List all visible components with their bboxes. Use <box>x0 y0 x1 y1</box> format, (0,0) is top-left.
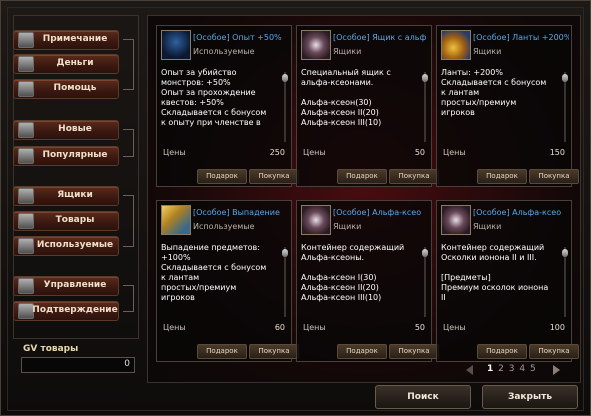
group-connector <box>123 285 134 312</box>
item-title: [Особое] Ланты +200% <box>473 33 569 42</box>
close-button[interactable]: Закрыть <box>482 385 578 409</box>
crate-icon <box>301 30 331 60</box>
search-button[interactable]: Поиск <box>375 385 471 409</box>
item-card: [Особое] Опыт +50% Используемые Опыт за … <box>156 25 299 187</box>
item-card: [Особое] Альфа-ксео Ящики Контейнер соде… <box>296 200 439 362</box>
category-usable-button[interactable]: Используемые <box>13 236 119 256</box>
page-2[interactable]: 2 <box>498 364 504 374</box>
gift-button[interactable]: Подарок <box>197 169 247 184</box>
description-scrollbar[interactable] <box>562 243 568 319</box>
category-help-button[interactable]: Помощь <box>13 79 119 99</box>
price-label: Цены <box>163 148 186 157</box>
item-card: [Особое] Выпадение Используемые Выпадени… <box>156 200 299 362</box>
dark-knight-icon <box>161 30 191 60</box>
price-label: Цены <box>443 148 466 157</box>
page-3[interactable]: 3 <box>509 364 515 374</box>
description-scrollbar[interactable] <box>282 68 288 144</box>
item-description: Контейнер содержащий Осколки ионона II и… <box>441 243 549 302</box>
gv-balance-field: 0 <box>21 357 135 373</box>
category-goods-button[interactable]: Товары <box>13 211 119 231</box>
crate-icon <box>441 205 471 235</box>
gift-button[interactable]: Подарок <box>477 169 527 184</box>
gift-button[interactable]: Подарок <box>337 344 387 359</box>
page-5[interactable]: 5 <box>530 364 536 374</box>
gv-label: GV товары <box>23 344 79 354</box>
price-value: 100 <box>549 323 565 332</box>
crate-icon <box>301 205 331 235</box>
buy-button[interactable]: Покупка <box>249 344 299 359</box>
page-1[interactable]: 1 <box>487 364 493 374</box>
category-new-button[interactable]: Новые <box>13 120 119 140</box>
group-connector <box>123 195 134 247</box>
item-category: Ящики <box>473 222 502 231</box>
coins-icon <box>441 30 471 60</box>
description-scrollbar[interactable] <box>422 68 428 144</box>
category-money-button[interactable]: Деньги <box>13 54 119 74</box>
description-scrollbar[interactable] <box>282 243 288 319</box>
item-description: Ланты: +200% Складывается с бонусом к ла… <box>441 68 547 117</box>
item-description: Контейнер содержащий Альфа-ксеоны. Альфа… <box>301 243 405 302</box>
item-category: Используемые <box>193 47 255 56</box>
item-description: Специальный ящик с альфа-ксеонами. Альфа… <box>301 68 391 127</box>
category-popular-button[interactable]: Популярные <box>13 146 119 166</box>
price-value: 50 <box>414 323 425 332</box>
price-value: 50 <box>414 148 425 157</box>
gift-button[interactable]: Подарок <box>197 344 247 359</box>
group-connector <box>123 129 134 157</box>
price-label: Цены <box>163 323 186 332</box>
gv-balance-value: 0 <box>124 359 130 369</box>
item-card: [Особое] Альфа-ксео Ящики Контейнер соде… <box>436 200 579 362</box>
item-description: Опыт за убийство монстров: +50% Опыт за … <box>161 68 267 127</box>
category-manage-button[interactable]: Управление <box>13 276 119 296</box>
group-connector <box>123 39 134 90</box>
item-card: [Особое] Ланты +200% Ящики Ланты: +200% … <box>436 25 579 187</box>
category-confirm-button[interactable]: Подтверждение <box>13 301 119 321</box>
item-description: Выпадение предметов: +100% Складывается … <box>161 243 267 302</box>
item-title: [Особое] Альфа-ксео <box>473 208 562 217</box>
item-category: Ящики <box>333 222 362 231</box>
item-category: Используемые <box>193 222 255 231</box>
item-category: Ящики <box>473 47 502 56</box>
price-value: 250 <box>269 148 285 157</box>
prev-page-arrow-icon[interactable] <box>466 365 473 375</box>
price-label: Цены <box>303 148 326 157</box>
item-card: [Особое] Ящик с альф Ящики Специальный я… <box>296 25 439 187</box>
price-value: 60 <box>274 323 285 332</box>
buy-button[interactable]: Покупка <box>389 169 439 184</box>
buy-button[interactable]: Покупка <box>529 169 579 184</box>
next-page-arrow-icon[interactable] <box>553 365 560 375</box>
shop-window: Примечание Деньги Помощь Новые Популярны… <box>0 0 591 416</box>
item-title: [Особое] Выпадение <box>193 208 280 217</box>
price-value: 150 <box>549 148 565 157</box>
price-label: Цены <box>443 323 466 332</box>
buy-button[interactable]: Покупка <box>389 344 439 359</box>
description-scrollbar[interactable] <box>562 68 568 144</box>
gift-button[interactable]: Подарок <box>337 169 387 184</box>
gift-button[interactable]: Подарок <box>477 344 527 359</box>
item-title: [Особое] Ящик с альф <box>333 33 427 42</box>
pagination: 1 2 3 4 5 <box>486 364 537 374</box>
category-notes-button[interactable]: Примечание <box>13 30 119 50</box>
item-title: [Особое] Опыт +50% <box>193 33 282 42</box>
item-title: [Особое] Альфа-ксео <box>333 208 422 217</box>
buy-button[interactable]: Покупка <box>249 169 299 184</box>
item-category: Ящики <box>333 47 362 56</box>
loot-icon <box>161 205 191 235</box>
price-label: Цены <box>303 323 326 332</box>
buy-button[interactable]: Покупка <box>529 344 579 359</box>
description-scrollbar[interactable] <box>422 243 428 319</box>
page-4[interactable]: 4 <box>519 364 525 374</box>
category-boxes-button[interactable]: Ящики <box>13 186 119 206</box>
